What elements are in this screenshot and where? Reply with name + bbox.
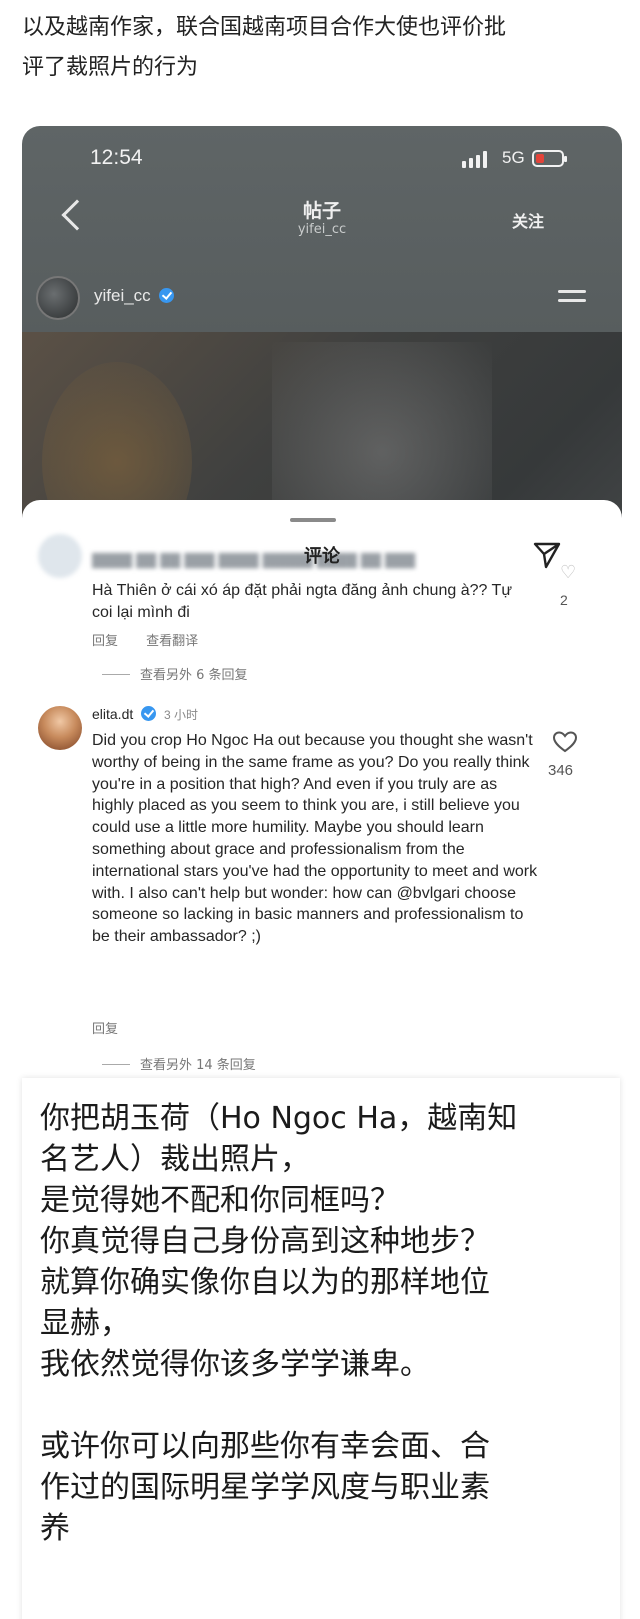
reply-button[interactable]: 回复 bbox=[92, 634, 118, 649]
heart-icon[interactable] bbox=[552, 730, 578, 754]
post-username-text: yifei_cc bbox=[94, 286, 151, 305]
comment-username[interactable]: elita.dt bbox=[92, 706, 133, 722]
view-replies-label: 查看另外 14 条回复 bbox=[140, 1058, 256, 1073]
view-replies-link[interactable]: 查看另外 6 条回复 bbox=[102, 664, 248, 683]
comment-time: 3 小时 bbox=[164, 708, 199, 722]
reply-button[interactable]: 回复 bbox=[92, 1018, 118, 1037]
translation-line: 作过的国际明星学学风度与职业素 bbox=[40, 1470, 490, 1505]
follow-button[interactable]: 关注 bbox=[512, 208, 544, 232]
signal-icon bbox=[462, 150, 487, 168]
comment-text: Did you crop Ho Ngoc Ha out because you … bbox=[92, 732, 538, 946]
translation-line: 名艺人）裁出照片， bbox=[40, 1142, 310, 1177]
verified-badge-icon bbox=[141, 706, 157, 721]
translation-line: 我依然觉得你该多学学谦卑。 bbox=[40, 1347, 430, 1382]
like-count: 2 bbox=[560, 592, 568, 608]
menu-icon[interactable] bbox=[558, 290, 586, 308]
status-time: 12:54 bbox=[90, 146, 143, 169]
comment-header: elita.dt 3 小时 bbox=[92, 706, 198, 723]
translation-line: 你真觉得自己身份高到这种地步？ bbox=[40, 1224, 490, 1259]
heart-icon[interactable]: ♡ bbox=[560, 562, 576, 583]
like-count: 346 bbox=[548, 762, 574, 779]
article-intro: 以及越南作家，联合国越南项目合作大使也评价批 评了裁照片的行为 bbox=[22, 8, 622, 88]
send-icon[interactable] bbox=[532, 540, 562, 570]
translation-box: 你把胡玉荷（Ho Ngoc Ha，越南知 名艺人）裁出照片， 是觉得她不配和你同… bbox=[22, 1078, 620, 1619]
avatar[interactable] bbox=[38, 706, 82, 750]
intro-line: 评了裁照片的行为 bbox=[22, 55, 199, 80]
translate-button[interactable]: 查看翻译 bbox=[146, 634, 198, 649]
view-replies-link[interactable]: 查看另外 14 条回复 bbox=[102, 1054, 256, 1073]
comments-sheet: ████ ██ ██ ███ ████ █████ ████ ██ ███ 评论… bbox=[22, 500, 622, 1090]
translation-line: 或许你可以向那些你有幸会面、合 bbox=[40, 1429, 490, 1464]
drag-handle[interactable] bbox=[290, 518, 336, 522]
network-label: 5G bbox=[502, 148, 525, 167]
post-username[interactable]: yifei_cc bbox=[94, 286, 175, 306]
view-replies-label: 查看另外 6 条回复 bbox=[140, 668, 248, 683]
battery-icon bbox=[532, 150, 567, 167]
intro-line: 以及越南作家，联合国越南项目合作大使也评价批 bbox=[22, 15, 507, 40]
avatar[interactable] bbox=[36, 276, 80, 320]
translation-line: 显赫， bbox=[40, 1306, 130, 1341]
comment-text: Hà Thiên ở cái xó áp đặt phải ngta đăng … bbox=[92, 582, 513, 621]
translation-line: 就算你确实像你自以为的那样地位 bbox=[40, 1265, 490, 1300]
status-bar: 12:54 5G bbox=[22, 144, 622, 174]
comment-actions: 回复 查看翻译 bbox=[92, 630, 222, 649]
translation-line: 养 bbox=[40, 1511, 70, 1546]
translation-line: 你把胡玉荷（Ho Ngoc Ha，越南知 bbox=[40, 1101, 518, 1136]
instagram-screenshot: 12:54 5G 帖子 yifei_cc 关注 yifei_cc ████ ██… bbox=[22, 126, 622, 1090]
translation-line: 是觉得她不配和你同框吗？ bbox=[40, 1183, 400, 1218]
verified-badge-icon bbox=[159, 288, 175, 303]
